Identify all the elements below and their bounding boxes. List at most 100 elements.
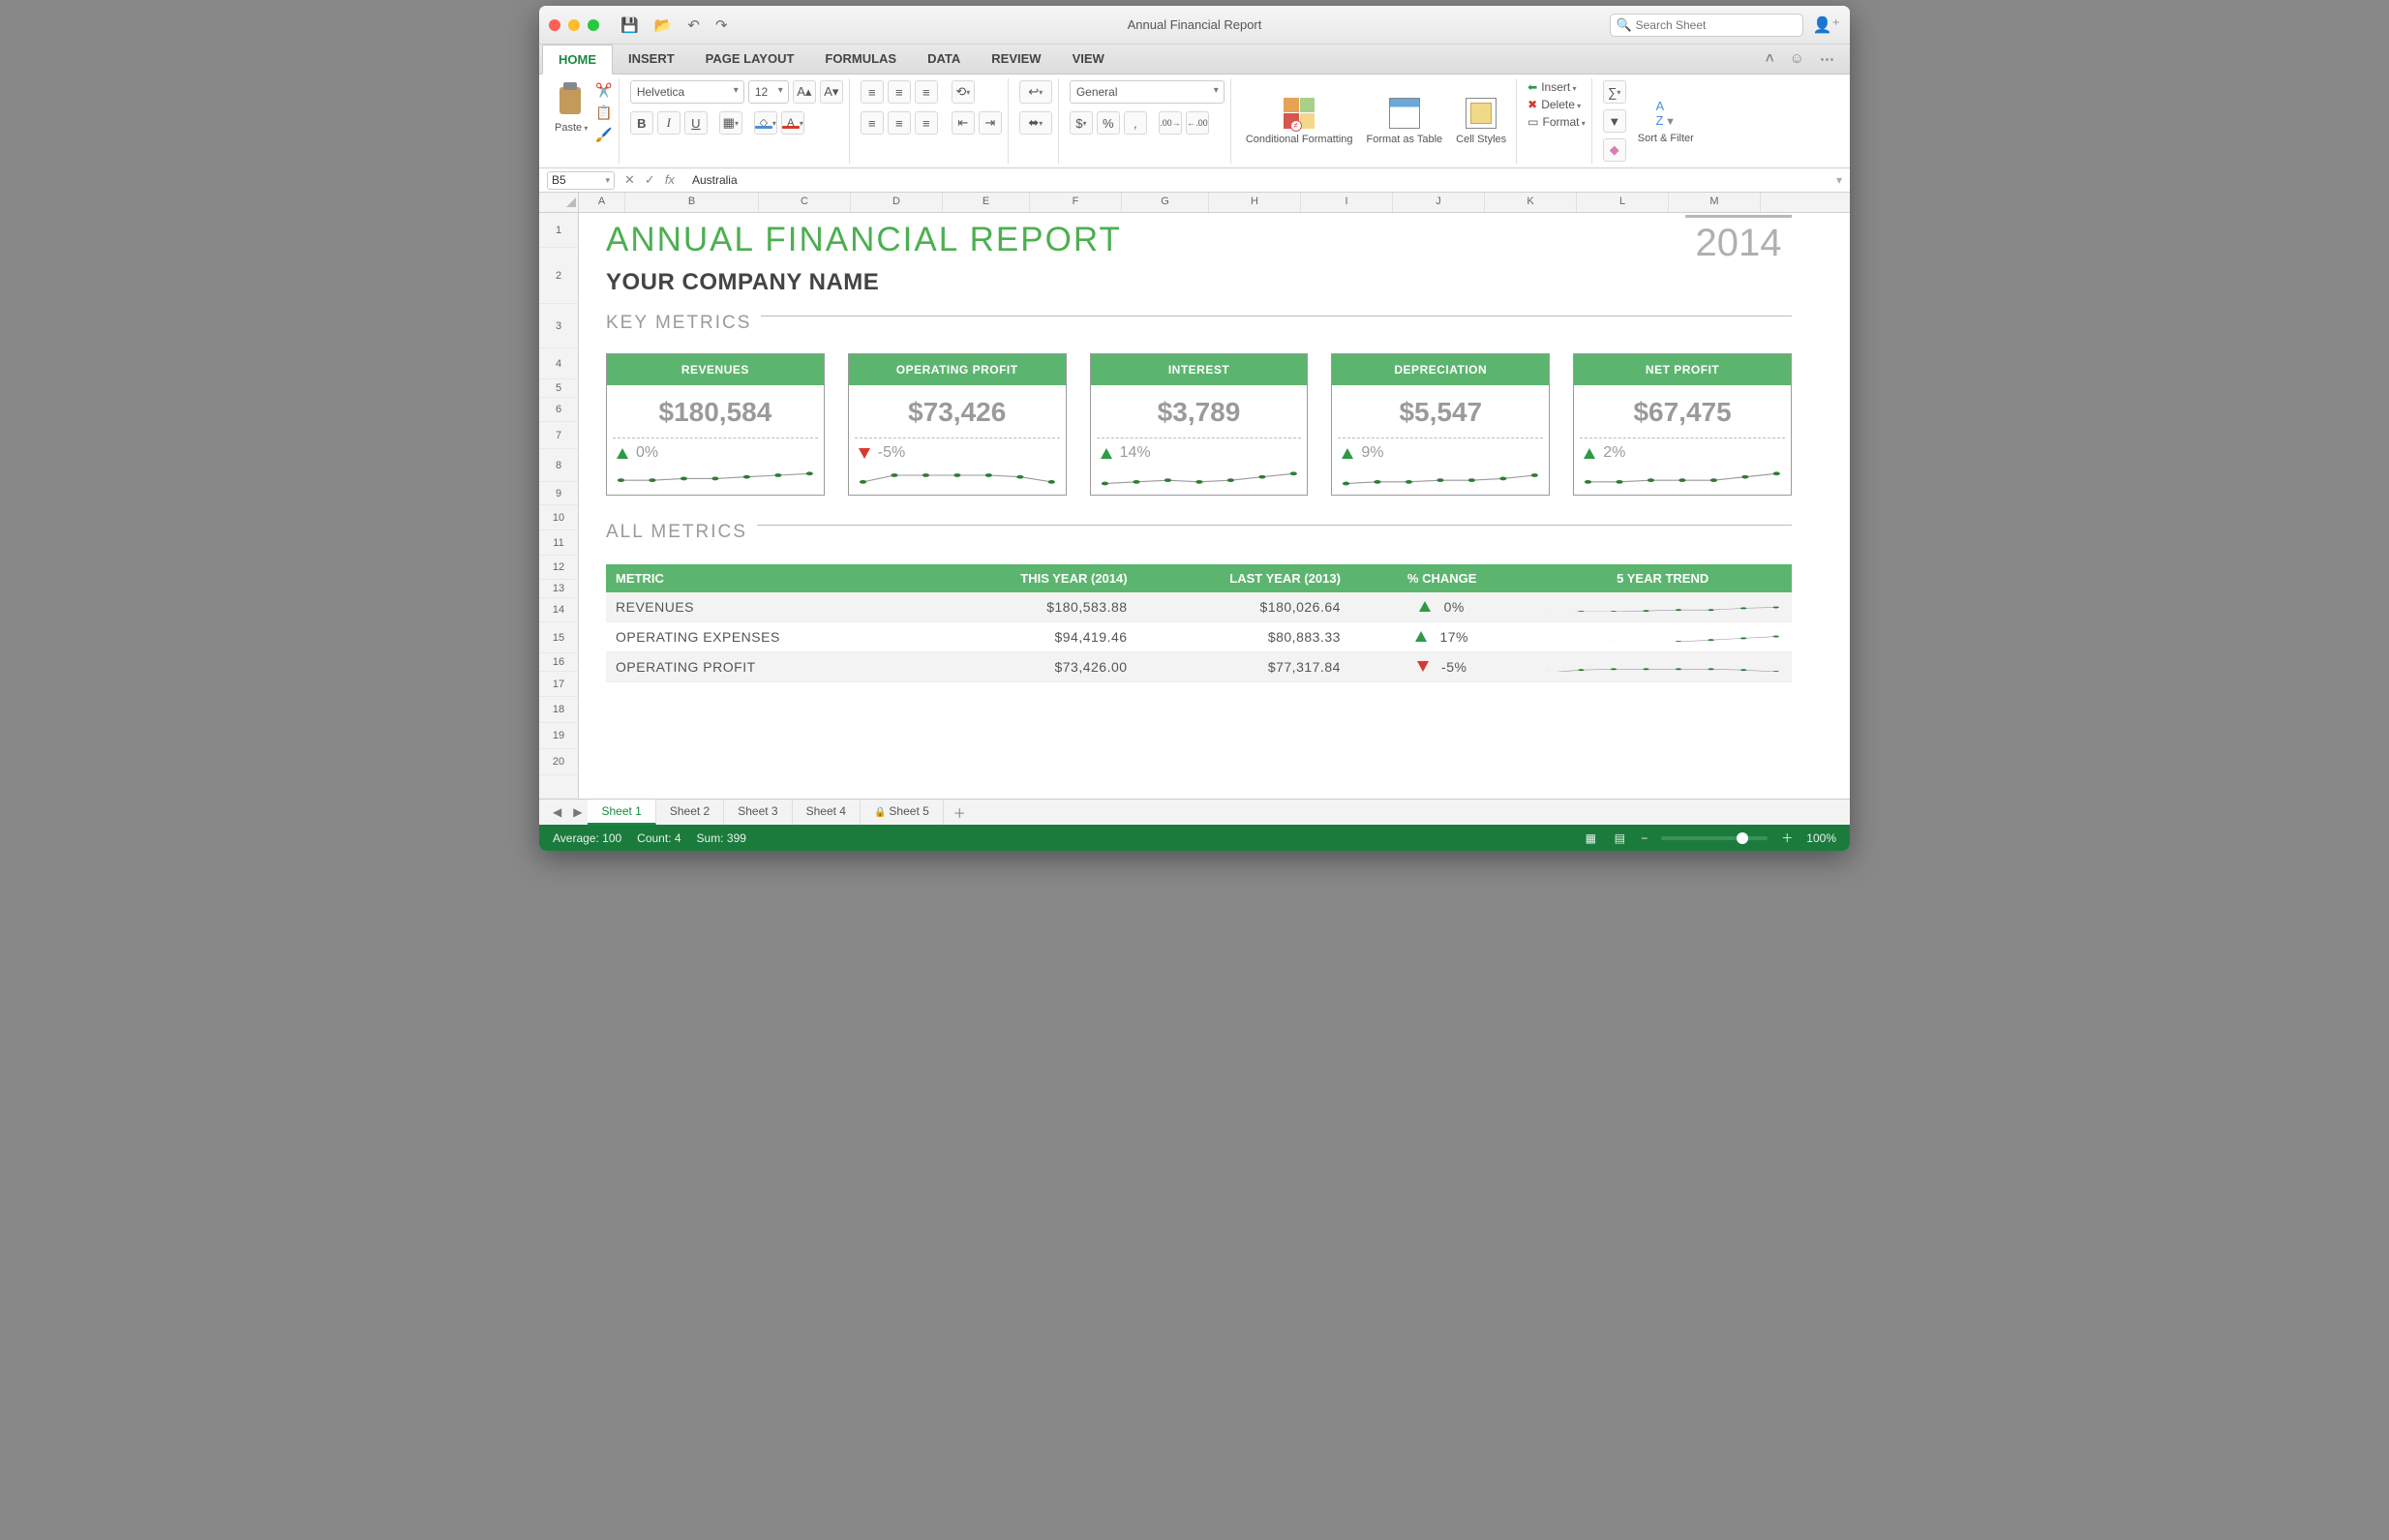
col-header[interactable]: B: [625, 193, 759, 212]
comma-format-icon[interactable]: ,: [1124, 111, 1147, 135]
increase-decimal-icon[interactable]: .00→: [1159, 111, 1182, 135]
row-header[interactable]: 11: [539, 530, 578, 556]
zoom-in-icon[interactable]: ＋: [1781, 830, 1793, 846]
prev-sheet-icon[interactable]: ◀: [547, 805, 567, 819]
row-header[interactable]: 15: [539, 622, 578, 653]
redo-icon[interactable]: ↷: [715, 16, 728, 34]
row-header[interactable]: 16: [539, 653, 578, 672]
increase-indent-icon[interactable]: ⇥: [979, 111, 1002, 135]
col-header[interactable]: A: [579, 193, 625, 212]
row-header[interactable]: 13: [539, 580, 578, 598]
cancel-edit-icon[interactable]: ✕: [624, 172, 635, 188]
format-cells-button[interactable]: Format: [1542, 115, 1585, 129]
col-header[interactable]: L: [1577, 193, 1669, 212]
help-icon[interactable]: ⋯: [1820, 50, 1834, 68]
minimize-window-icon[interactable]: [568, 19, 580, 31]
sheet-tab[interactable]: Sheet 3: [724, 800, 792, 825]
sheet-tab[interactable]: 🔒Sheet 5: [861, 800, 944, 825]
row-header[interactable]: 14: [539, 598, 578, 622]
zoom-slider[interactable]: [1661, 836, 1768, 840]
row-header[interactable]: 17: [539, 672, 578, 697]
name-box[interactable]: B5: [547, 171, 615, 190]
fill-icon[interactable]: ▼: [1603, 109, 1626, 133]
row-header[interactable]: 18: [539, 697, 578, 723]
sheet-tab[interactable]: Sheet 1: [588, 800, 655, 825]
align-top-icon[interactable]: ≡: [861, 80, 884, 104]
zoom-out-icon[interactable]: −: [1641, 831, 1648, 845]
share-icon[interactable]: 👤⁺: [1813, 15, 1840, 35]
insert-cells-button[interactable]: Insert: [1541, 80, 1576, 94]
wrap-text-button[interactable]: ↩: [1019, 80, 1052, 104]
row-header[interactable]: 19: [539, 723, 578, 749]
row-header[interactable]: 12: [539, 556, 578, 580]
ribbon-tab-review[interactable]: REVIEW: [976, 45, 1056, 74]
confirm-edit-icon[interactable]: ✓: [645, 172, 655, 188]
row-header[interactable]: 2: [539, 248, 578, 304]
cut-icon[interactable]: ✂️: [595, 82, 612, 99]
row-header[interactable]: 7: [539, 422, 578, 449]
align-right-icon[interactable]: ≡: [915, 111, 938, 135]
row-header[interactable]: 10: [539, 505, 578, 530]
ribbon-tab-view[interactable]: VIEW: [1057, 45, 1120, 74]
align-center-icon[interactable]: ≡: [888, 111, 911, 135]
percent-format-icon[interactable]: %: [1097, 111, 1120, 135]
increase-font-icon[interactable]: A▴: [793, 80, 816, 104]
col-header[interactable]: I: [1301, 193, 1393, 212]
undo-icon[interactable]: ↶: [687, 16, 700, 34]
font-name-combo[interactable]: Helvetica: [630, 80, 744, 104]
fx-icon[interactable]: fx: [665, 172, 675, 188]
col-header[interactable]: F: [1030, 193, 1122, 212]
merge-button[interactable]: ⬌: [1019, 111, 1052, 135]
row-header[interactable]: 6: [539, 398, 578, 422]
number-format-combo[interactable]: General: [1070, 80, 1225, 104]
col-header[interactable]: J: [1393, 193, 1485, 212]
col-header[interactable]: E: [943, 193, 1030, 212]
sheet-tab[interactable]: Sheet 2: [656, 800, 724, 825]
accounting-format-icon[interactable]: $: [1070, 111, 1093, 135]
col-header[interactable]: K: [1485, 193, 1577, 212]
row-header[interactable]: 20: [539, 749, 578, 775]
row-header[interactable]: 8: [539, 449, 578, 482]
copy-icon[interactable]: 📋: [595, 105, 612, 121]
borders-button[interactable]: ▦: [719, 111, 742, 135]
row-header[interactable]: 1: [539, 213, 578, 248]
formula-input[interactable]: Australia: [684, 173, 1827, 187]
conditional-formatting-button[interactable]: ≠ Conditional Formatting: [1242, 96, 1357, 147]
ribbon-tab-page-layout[interactable]: PAGE LAYOUT: [690, 45, 810, 74]
orientation-icon[interactable]: ⟲: [952, 80, 975, 104]
col-header[interactable]: M: [1669, 193, 1761, 212]
cell-styles-button[interactable]: Cell Styles: [1452, 96, 1510, 147]
search-input[interactable]: [1610, 14, 1803, 37]
add-sheet-button[interactable]: ＋: [944, 803, 976, 822]
save-icon[interactable]: 💾: [620, 16, 639, 34]
collapse-ribbon-icon[interactable]: ˄: [1766, 50, 1774, 68]
col-header[interactable]: D: [851, 193, 943, 212]
delete-cells-button[interactable]: Delete: [1541, 98, 1581, 111]
paste-button[interactable]: Paste: [551, 80, 591, 136]
row-header[interactable]: 9: [539, 482, 578, 505]
format-painter-icon[interactable]: 🖌️: [595, 127, 612, 143]
autosum-icon[interactable]: ∑: [1603, 80, 1626, 104]
col-header[interactable]: C: [759, 193, 851, 212]
open-icon[interactable]: 📂: [654, 16, 673, 34]
ribbon-tab-data[interactable]: DATA: [912, 45, 976, 74]
italic-button[interactable]: I: [657, 111, 680, 135]
row-header[interactable]: 4: [539, 348, 578, 379]
align-left-icon[interactable]: ≡: [861, 111, 884, 135]
underline-button[interactable]: U: [684, 111, 708, 135]
align-bottom-icon[interactable]: ≡: [915, 80, 938, 104]
font-size-combo[interactable]: 12: [748, 80, 789, 104]
fill-color-button[interactable]: ◇: [754, 111, 777, 135]
align-middle-icon[interactable]: ≡: [888, 80, 911, 104]
normal-view-icon[interactable]: ▦: [1583, 830, 1598, 846]
decrease-decimal-icon[interactable]: ←.00: [1186, 111, 1209, 135]
ribbon-tab-home[interactable]: HOME: [542, 45, 613, 75]
col-header[interactable]: G: [1122, 193, 1209, 212]
col-header[interactable]: H: [1209, 193, 1301, 212]
format-as-table-button[interactable]: Format as Table: [1363, 96, 1447, 147]
ribbon-tab-insert[interactable]: INSERT: [613, 45, 690, 74]
spreadsheet-grid[interactable]: 1234567891011121314151617181920 ANNUAL F…: [539, 213, 1850, 799]
row-header[interactable]: 3: [539, 304, 578, 348]
bold-button[interactable]: B: [630, 111, 653, 135]
decrease-font-icon[interactable]: A▾: [820, 80, 843, 104]
